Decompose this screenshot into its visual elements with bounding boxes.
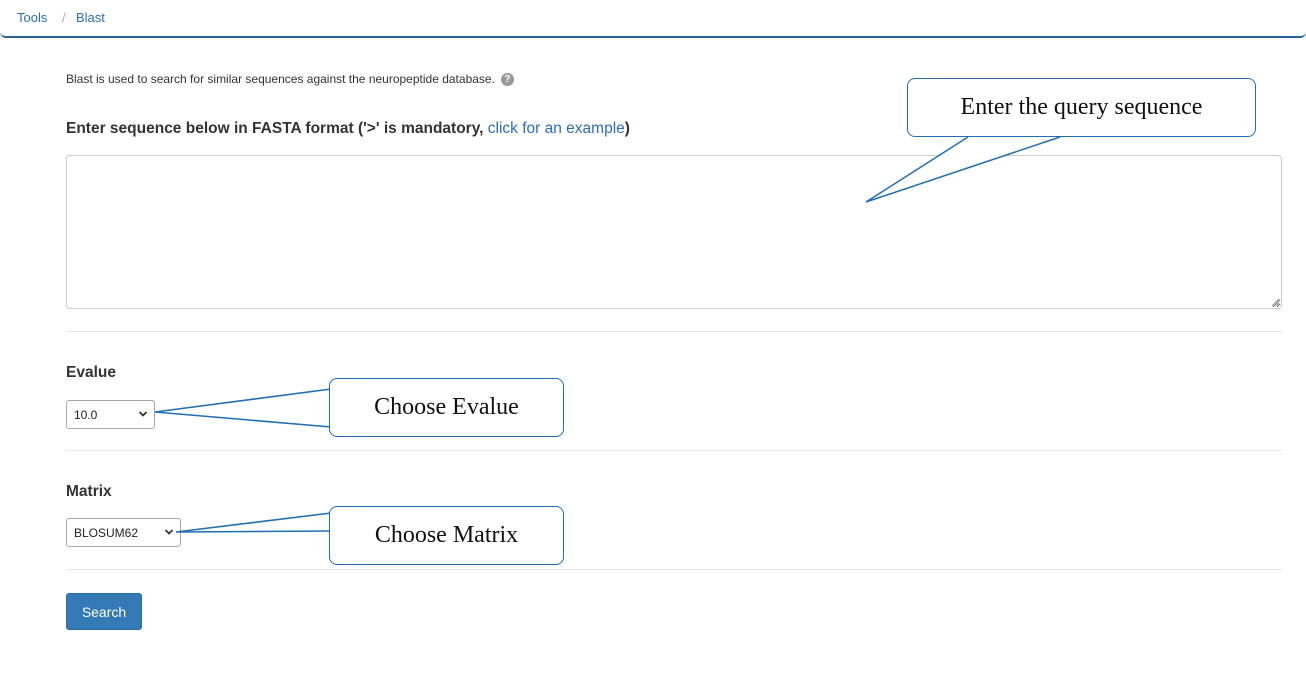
matrix-select[interactable]: BLOSUM62 (66, 518, 181, 547)
evalue-callout-pointer (154, 388, 332, 428)
sequence-heading-text: Enter sequence below in FASTA format ('>… (66, 120, 488, 137)
breadcrumb: Tools / Blast (0, 0, 1306, 38)
evalue-callout: Choose Evalue (329, 378, 564, 437)
chevron-down-icon (138, 411, 148, 417)
evalue-selected-value: 10.0 (74, 407, 98, 422)
breadcrumb-blast-link[interactable]: Blast (76, 10, 105, 25)
section-divider (66, 569, 1282, 570)
chevron-down-icon (164, 529, 174, 535)
question-circle-icon[interactable]: ? (500, 72, 514, 86)
sequence-heading: Enter sequence below in FASTA format ('>… (66, 120, 630, 138)
breadcrumb-separator: / (62, 10, 66, 25)
matrix-label: Matrix (66, 483, 112, 500)
breadcrumb-tools-link[interactable]: Tools (17, 10, 47, 25)
matrix-callout-pointer (175, 512, 332, 533)
sequence-callout: Enter the query sequence (907, 78, 1256, 137)
section-divider (66, 450, 1282, 451)
section-divider (66, 331, 1282, 332)
intro-description: Blast is used to search for similar sequ… (66, 72, 514, 86)
intro-text: Blast is used to search for similar sequ… (66, 72, 495, 86)
sequence-input[interactable] (66, 155, 1282, 309)
search-button[interactable]: Search (66, 593, 142, 630)
matrix-callout: Choose Matrix (329, 506, 564, 565)
evalue-label: Evalue (66, 364, 116, 381)
example-link[interactable]: click for an example (488, 120, 625, 137)
matrix-selected-value: BLOSUM62 (74, 525, 139, 540)
evalue-select[interactable]: 10.0 (66, 400, 155, 429)
sequence-heading-suffix: ) (624, 120, 630, 137)
